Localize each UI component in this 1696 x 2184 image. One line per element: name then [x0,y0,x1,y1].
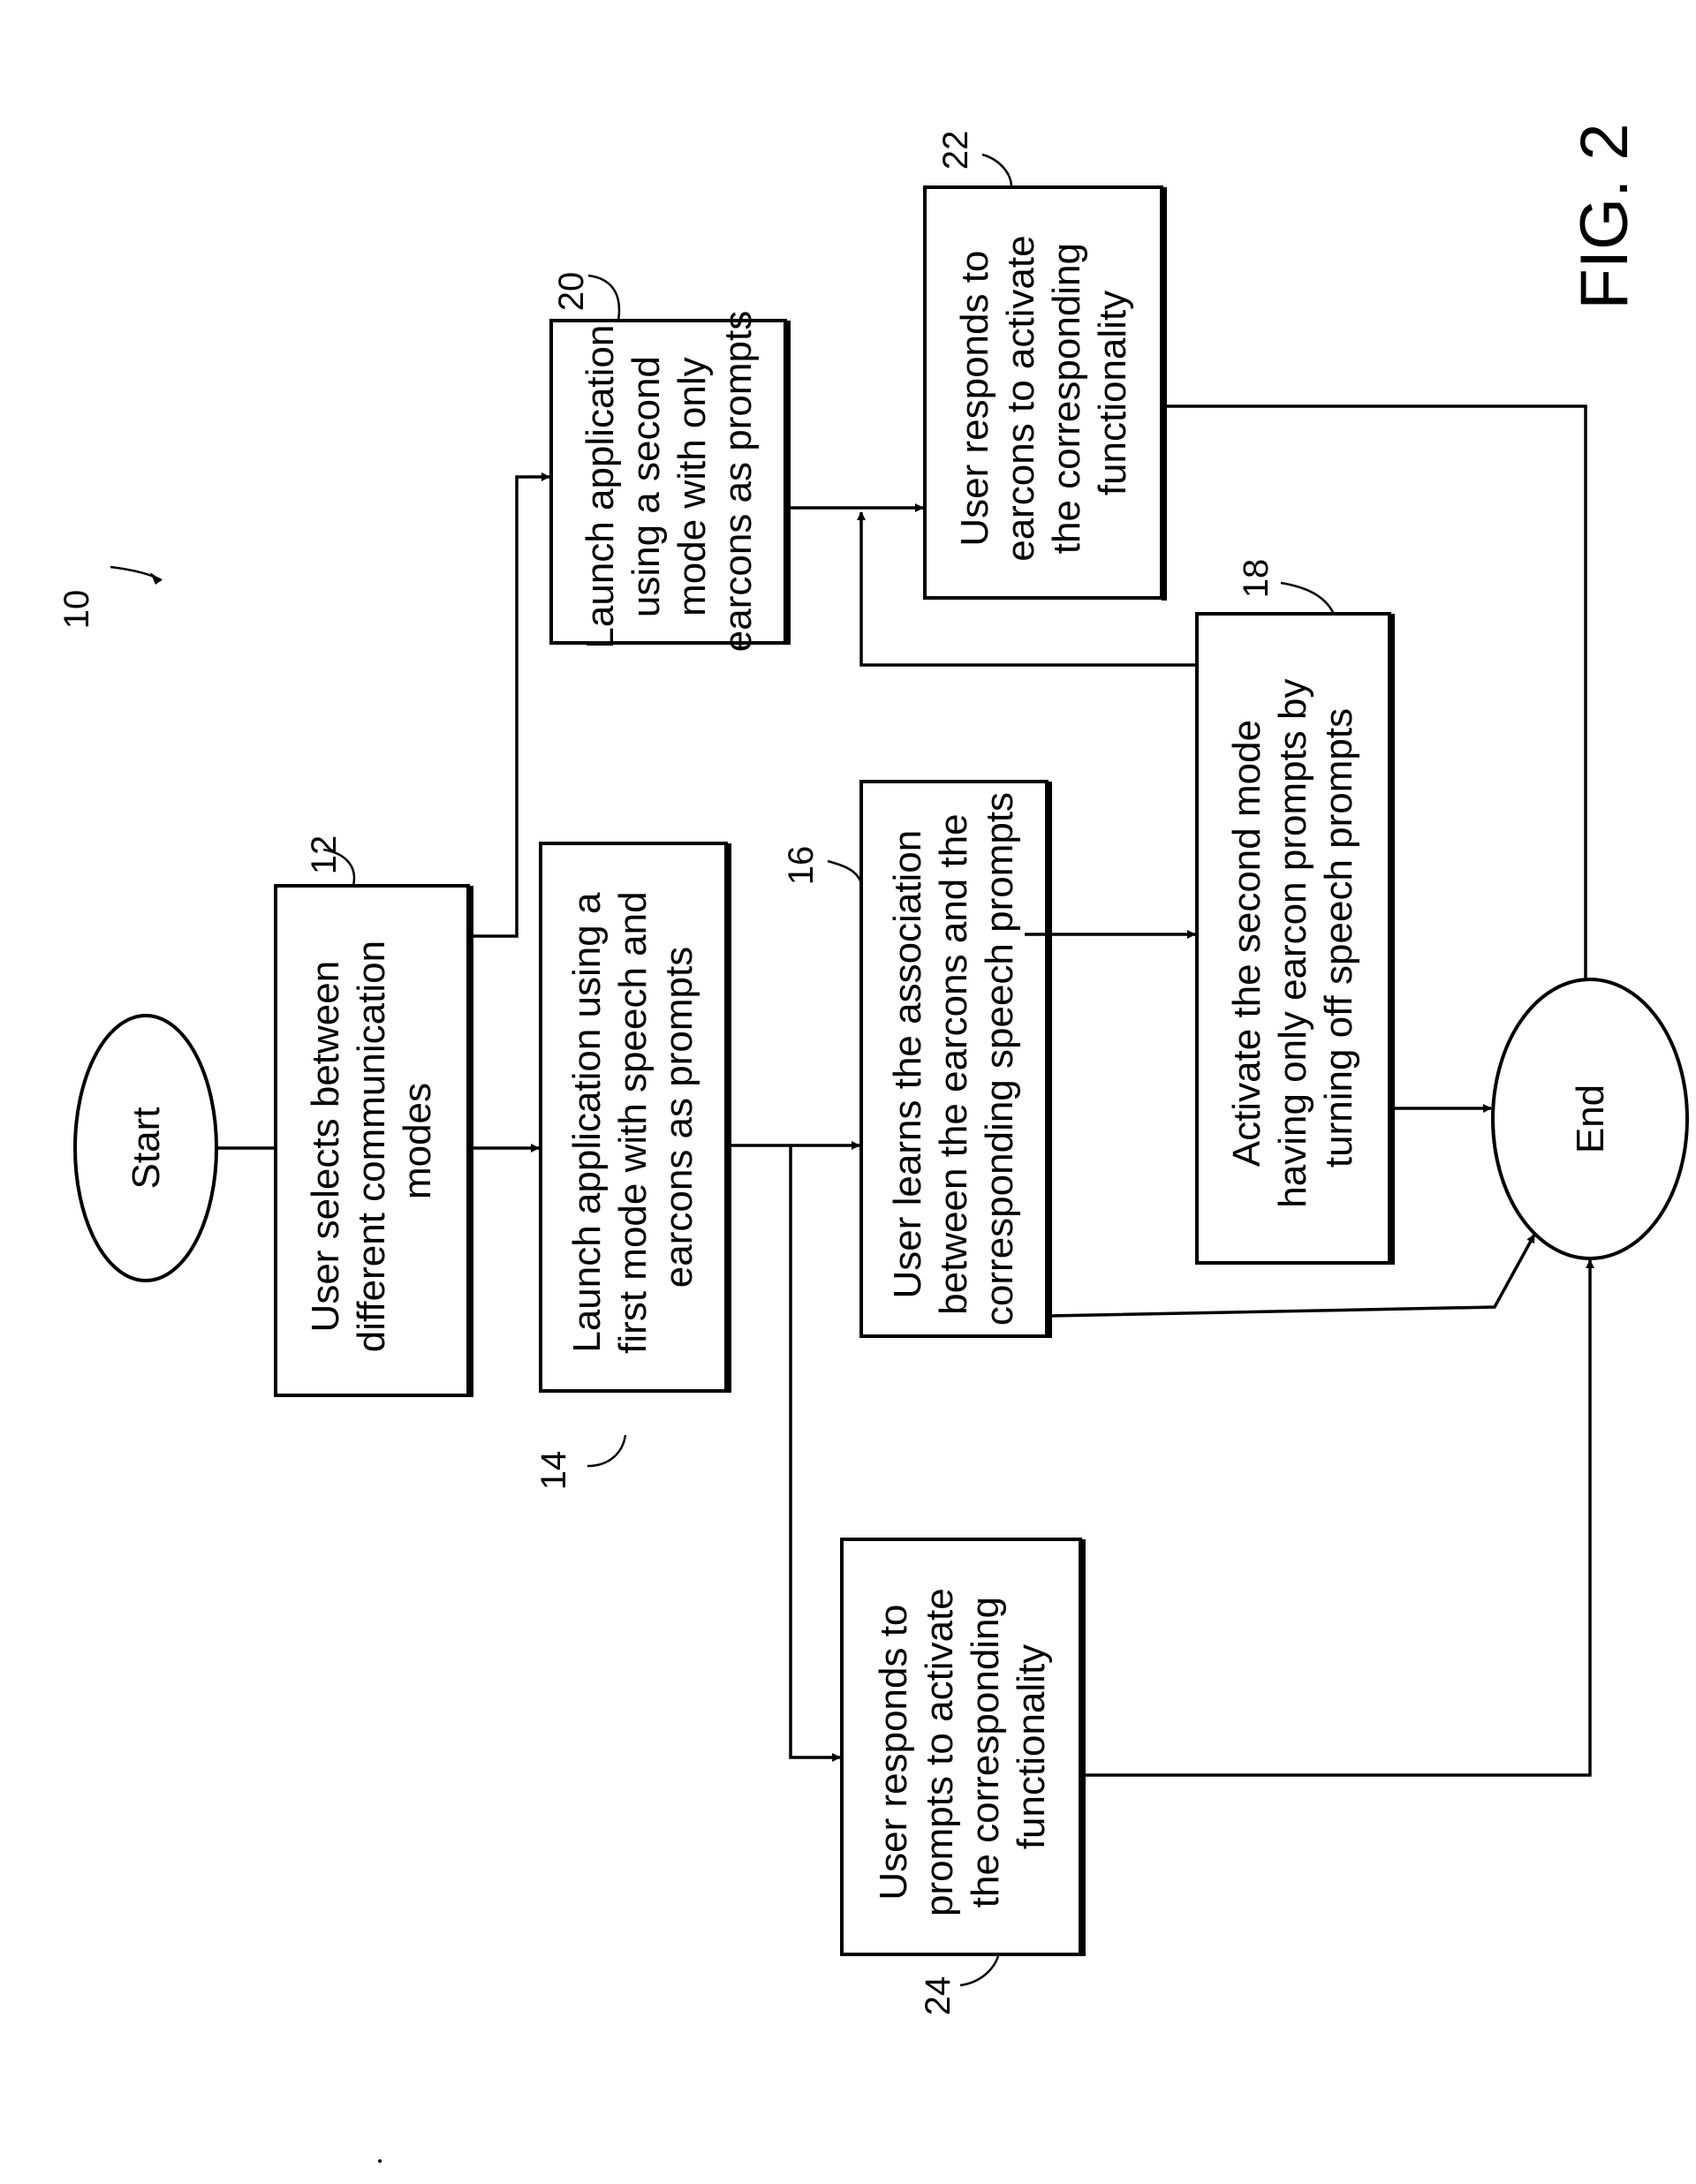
step-16-leader [827,859,863,884]
step-16-ref: 16 [782,846,821,886]
step-16-text: User learns the association between the … [886,792,1021,1326]
step-24-ref: 24 [919,1976,958,2016]
step-12-box: User selects between different communica… [274,835,473,1397]
start-node: Start [73,1014,218,1282]
end-label: End [1569,1084,1612,1153]
step-14-text: Launch application using a first mode wi… [565,880,700,1354]
step-20-box: Launch application using a second mode w… [549,272,791,652]
step-18-text: Activate the second mode having only ear… [1225,668,1360,1207]
step-18-box: Activate the second mode having only ear… [1195,559,1395,1265]
step-22-box: User responds to earcons to activate the… [923,131,1167,601]
step-24-box: User responds to prompts to activate the… [840,1538,1086,2016]
step-14-leader [587,1434,627,1468]
start-label: Start [125,1107,168,1190]
edge-step24-end [1083,1259,1594,1777]
step-22-ref: 22 [936,131,975,170]
flowchart-canvas: 10 FIG. 2 Start User selects between dif… [57,123,1689,2163]
figure-ref-number: 10 [57,590,96,630]
figure-title: FIG. 2 [1567,123,1642,309]
step-18-leader [1280,581,1336,615]
step-24-leader [959,1955,1000,1987]
step-14-box: Launch application using a first mode wi… [534,842,731,1491]
edge-step14-step24 [789,1145,841,1762]
step-14-ref: 14 [534,1451,573,1491]
step-16-box: User learns the association between the … [782,780,1052,1338]
step-20-leader [587,274,621,321]
scan-artifact [378,2159,382,2163]
step-20-ref: 20 [552,272,591,312]
step-22-leader [981,153,1013,188]
figure-ref-10: 10 [57,565,163,630]
step-18-ref: 18 [1237,559,1276,599]
edge-step12-step20 [471,472,550,938]
end-node: End [1491,978,1689,1260]
